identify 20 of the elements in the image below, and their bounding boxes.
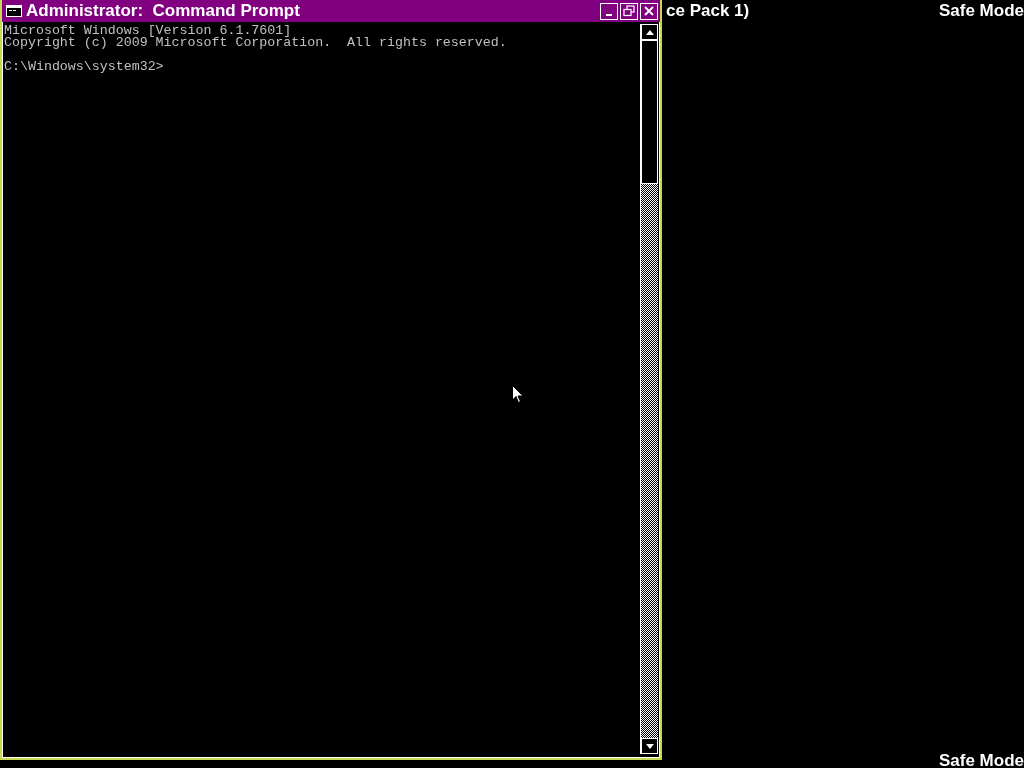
scroll-thumb[interactable] (641, 40, 658, 184)
console-line: Microsoft Windows [Version 6.1.7601] (4, 25, 292, 37)
scroll-up-button[interactable] (641, 24, 658, 40)
up-arrow-icon (645, 29, 654, 35)
restore-icon (623, 5, 635, 17)
console-line: Copyright (c) 2009 Microsoft Corporation. All rights reserved. (4, 37, 508, 49)
safe-mode-label: Safe Mode (938, 1, 1024, 21)
console-icon (6, 5, 22, 17)
window-title: Administrator: Command Prompt (26, 1, 301, 21)
down-arrow-icon (645, 743, 654, 749)
close-button[interactable] (640, 2, 658, 20)
minimize-button[interactable] (600, 2, 618, 20)
safe-mode-label: Safe Mode (938, 751, 1024, 768)
scroll-down-button[interactable] (641, 738, 658, 754)
restore-button[interactable] (620, 2, 638, 20)
close-icon (643, 5, 655, 17)
mouse-pointer-icon (512, 385, 524, 404)
command-prompt: C:\Windows\system32> (4, 61, 165, 73)
desktop-banner-text: ce Pack 1) (666, 1, 750, 21)
minimize-icon (606, 14, 612, 16)
